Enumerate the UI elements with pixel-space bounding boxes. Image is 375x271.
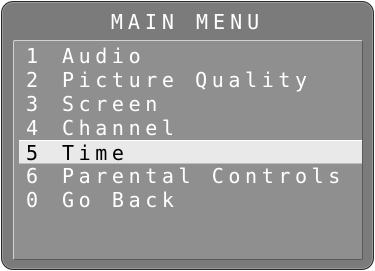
menu-item-label: Time <box>62 141 129 165</box>
menu-item-label: Parental Controls <box>62 164 345 188</box>
menu-item-label: Audio <box>62 44 146 68</box>
menu-panel: 1 Audio 2 Picture Quality 3 Screen 4 Channel… <box>13 40 363 260</box>
menu-title: MAIN MENU <box>110 10 265 34</box>
menu-item-label: Picture Quality <box>62 68 312 92</box>
menu-item-number: 3 <box>26 92 43 116</box>
menu-item-number: 0 <box>26 188 43 212</box>
menu-item-audio[interactable]: 1 Audio <box>14 44 362 68</box>
menu-item-label: Go Back <box>62 188 179 212</box>
menu-item-number: 6 <box>26 164 43 188</box>
menu-item-parental-controls[interactable]: 6 Parental Controls <box>14 164 362 188</box>
menu-item-go-back[interactable]: 0 Go Back <box>14 188 362 212</box>
menu-item-label: Screen <box>62 92 162 116</box>
tv-main-menu-screen: MAIN MENU 1 Audio 2 Picture Quality 3 Scree… <box>1 1 374 270</box>
menu-list: 1 Audio 2 Picture Quality 3 Screen 4 Channel… <box>14 44 362 212</box>
menu-item-channel[interactable]: 4 Channel <box>14 116 362 140</box>
menu-item-number: 2 <box>26 68 43 92</box>
menu-item-time[interactable]: 5 Time <box>19 140 362 165</box>
menu-item-screen[interactable]: 3 Screen <box>14 92 362 116</box>
menu-item-picture-quality[interactable]: 2 Picture Quality <box>14 68 362 92</box>
menu-item-number: 1 <box>26 44 43 68</box>
menu-item-label: Channel <box>62 116 179 140</box>
menu-item-number: 5 <box>26 141 43 165</box>
menu-item-number: 4 <box>26 116 43 140</box>
